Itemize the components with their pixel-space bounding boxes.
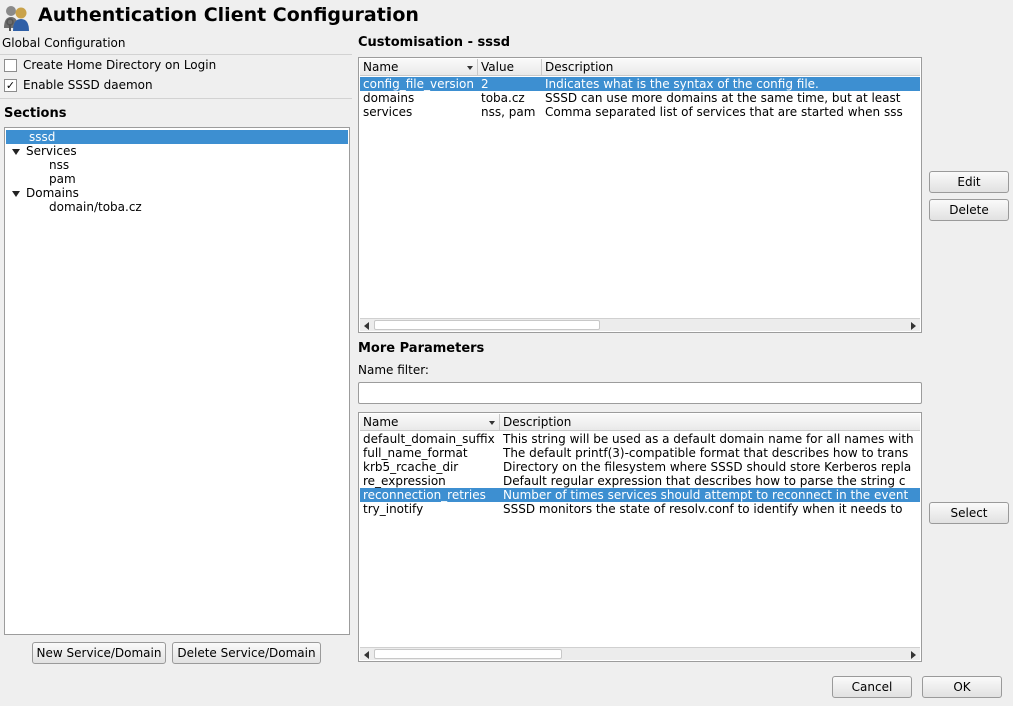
tree-item-domain-toba[interactable]: domain/toba.cz bbox=[6, 200, 348, 214]
separator bbox=[0, 98, 352, 99]
customisation-table[interactable]: Name Value Description config_file_versi… bbox=[358, 57, 922, 333]
parameters-table[interactable]: Name Description default_domain_suffix T… bbox=[358, 412, 922, 662]
new-service-domain-button[interactable]: New Service/Domain bbox=[32, 642, 166, 664]
column-header-description[interactable]: Description bbox=[542, 59, 921, 76]
create-home-checkbox[interactable] bbox=[4, 58, 17, 72]
more-parameters-label: More Parameters bbox=[358, 341, 485, 356]
tree-item-sssd[interactable]: sssd bbox=[6, 130, 348, 144]
table-row[interactable]: krb5_rcache_dir Directory on the filesys… bbox=[360, 460, 920, 474]
expand-arrow-icon[interactable] bbox=[12, 148, 20, 155]
column-header-value[interactable]: Value bbox=[478, 59, 542, 76]
table-row[interactable]: try_inotify SSSD monitors the state of r… bbox=[360, 502, 920, 516]
expand-arrow-icon[interactable] bbox=[12, 190, 20, 197]
table-row[interactable]: config_file_version 2 Indicates what is … bbox=[360, 77, 920, 91]
tree-item-label: Services bbox=[26, 144, 77, 158]
tree-item-services[interactable]: Services bbox=[6, 144, 348, 158]
enable-sssd-label: Enable SSSD daemon bbox=[23, 78, 153, 92]
select-button[interactable]: Select bbox=[929, 502, 1009, 524]
delete-button[interactable]: Delete bbox=[929, 199, 1009, 221]
scrollbar-thumb[interactable] bbox=[374, 649, 562, 659]
table-header: Name Description bbox=[360, 414, 920, 431]
scrollbar-thumb[interactable] bbox=[374, 320, 600, 330]
scroll-left-icon[interactable] bbox=[364, 651, 369, 659]
cancel-button[interactable]: Cancel bbox=[832, 676, 912, 698]
customisation-label: Customisation - sssd bbox=[358, 35, 511, 50]
create-home-checkbox-row[interactable]: Create Home Directory on Login bbox=[4, 58, 216, 72]
table-row[interactable]: domains toba.cz SSSD can use more domain… bbox=[360, 91, 920, 105]
sort-descending-icon bbox=[467, 66, 473, 70]
create-home-label: Create Home Directory on Login bbox=[23, 58, 217, 72]
users-keys-icon bbox=[2, 2, 32, 32]
enable-sssd-checkbox[interactable]: ✓ bbox=[4, 78, 17, 92]
table-row[interactable]: services nss, pam Comma separated list o… bbox=[360, 105, 920, 119]
column-header-name[interactable]: Name bbox=[360, 59, 478, 76]
horizontal-scrollbar[interactable] bbox=[360, 647, 920, 660]
table-row[interactable]: full_name_format The default printf(3)-c… bbox=[360, 446, 920, 460]
global-configuration-label: Global Configuration bbox=[2, 36, 126, 50]
separator bbox=[0, 54, 352, 55]
horizontal-scrollbar[interactable] bbox=[360, 318, 920, 331]
scroll-left-icon[interactable] bbox=[364, 322, 369, 330]
sections-label: Sections bbox=[4, 106, 67, 121]
sections-tree[interactable]: sssd Services nss pam Domains domain/tob… bbox=[4, 127, 350, 635]
column-header-description[interactable]: Description bbox=[500, 414, 921, 431]
enable-sssd-checkbox-row[interactable]: ✓ Enable SSSD daemon bbox=[4, 78, 153, 92]
tree-item-label: Domains bbox=[26, 186, 79, 200]
table-row[interactable]: re_expression Default regular expression… bbox=[360, 474, 920, 488]
window-title: Authentication Client Configuration bbox=[38, 4, 419, 26]
scroll-right-icon[interactable] bbox=[911, 651, 916, 659]
table-header: Name Value Description bbox=[360, 59, 920, 76]
table-row[interactable]: reconnection_retries Number of times ser… bbox=[360, 488, 920, 502]
scroll-right-icon[interactable] bbox=[911, 322, 916, 330]
sort-descending-icon bbox=[489, 421, 495, 425]
tree-item-domains[interactable]: Domains bbox=[6, 186, 348, 200]
tree-item-nss[interactable]: nss bbox=[6, 158, 348, 172]
ok-button[interactable]: OK bbox=[922, 676, 1002, 698]
column-header-name[interactable]: Name bbox=[360, 414, 500, 431]
table-row[interactable]: default_domain_suffix This string will b… bbox=[360, 432, 920, 446]
edit-button[interactable]: Edit bbox=[929, 171, 1009, 193]
name-filter-label: Name filter: bbox=[358, 363, 429, 377]
delete-service-domain-button[interactable]: Delete Service/Domain bbox=[172, 642, 321, 664]
name-filter-input[interactable] bbox=[358, 382, 922, 404]
tree-item-pam[interactable]: pam bbox=[6, 172, 348, 186]
